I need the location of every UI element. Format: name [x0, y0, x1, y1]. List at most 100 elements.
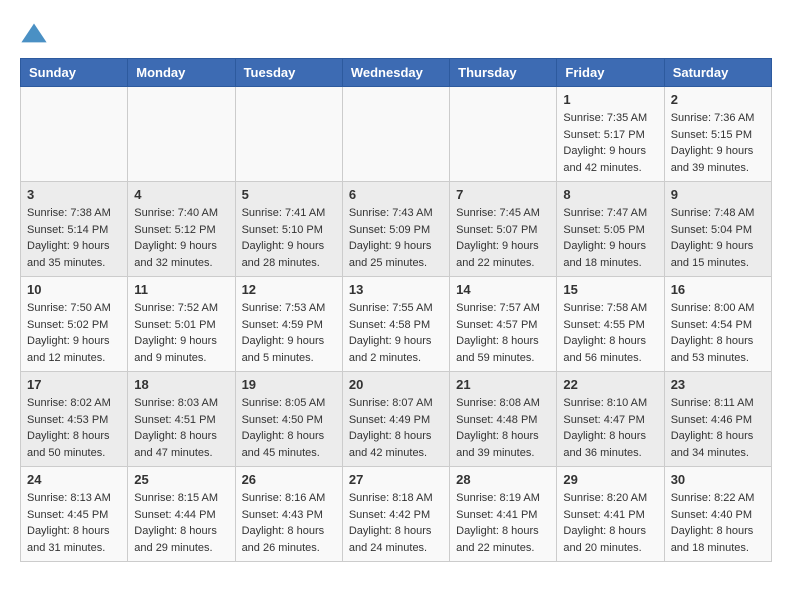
day-number: 10: [27, 282, 121, 297]
week-row-3: 10 Sunrise: 7:50 AMSunset: 5:02 PMDayligh…: [21, 277, 772, 372]
page-header: [20, 20, 772, 48]
calendar-table: SundayMondayTuesdayWednesdayThursdayFrid…: [20, 58, 772, 562]
day-cell: 30 Sunrise: 8:22 AMSunset: 4:40 PMDayligh…: [664, 467, 771, 562]
day-number: 27: [349, 472, 443, 487]
day-info: Sunrise: 8:13 AMSunset: 4:45 PMDaylight:…: [27, 490, 121, 556]
day-info: Sunrise: 8:00 AMSunset: 4:54 PMDaylight:…: [671, 300, 765, 366]
day-cell: 27 Sunrise: 8:18 AMSunset: 4:42 PMDayligh…: [342, 467, 449, 562]
day-cell: 20Sunrise: 8:07 AMSunset: 4:49 PMDayligh…: [342, 372, 449, 467]
day-cell: 9 Sunrise: 7:48 AMSunset: 5:04 PMDaylight…: [664, 182, 771, 277]
day-info: Sunrise: 7:35 AMSunset: 5:17 PMDaylight:…: [563, 110, 657, 176]
day-cell: 7 Sunrise: 7:45 AMSunset: 5:07 PMDaylight…: [450, 182, 557, 277]
day-number: 6: [349, 187, 443, 202]
day-info: Sunrise: 8:11 AMSunset: 4:46 PMDaylight:…: [671, 395, 765, 461]
day-info: Sunrise: 7:38 AMSunset: 5:14 PMDaylight:…: [27, 205, 121, 271]
day-cell: 29Sunrise: 8:20 AMSunset: 4:41 PMDayligh…: [557, 467, 664, 562]
week-row-2: 3 Sunrise: 7:38 AMSunset: 5:14 PMDaylight…: [21, 182, 772, 277]
day-number: 3: [27, 187, 121, 202]
day-info: Sunrise: 7:53 AMSunset: 4:59 PMDaylight:…: [242, 300, 336, 366]
day-cell: 24 Sunrise: 8:13 AMSunset: 4:45 PMDayligh…: [21, 467, 128, 562]
day-info: Sunrise: 7:57 AMSunset: 4:57 PMDaylight:…: [456, 300, 550, 366]
week-row-4: 17 Sunrise: 8:02 AMSunset: 4:53 PMDayligh…: [21, 372, 772, 467]
day-info: Sunrise: 7:48 AMSunset: 5:04 PMDaylight:…: [671, 205, 765, 271]
day-number: 7: [456, 187, 550, 202]
logo: [20, 20, 52, 48]
day-number: 17: [27, 377, 121, 392]
day-number: 21: [456, 377, 550, 392]
day-info: Sunrise: 7:40 AMSunset: 5:12 PMDaylight:…: [134, 205, 228, 271]
day-info: Sunrise: 7:36 AMSunset: 5:15 PMDaylight:…: [671, 110, 765, 176]
day-cell: 16 Sunrise: 8:00 AMSunset: 4:54 PMDayligh…: [664, 277, 771, 372]
day-number: 14: [456, 282, 550, 297]
day-number: 29: [563, 472, 657, 487]
day-number: 28: [456, 472, 550, 487]
day-info: Sunrise: 8:02 AMSunset: 4:53 PMDaylight:…: [27, 395, 121, 461]
day-info: Sunrise: 8:03 AMSunset: 4:51 PMDaylight:…: [134, 395, 228, 461]
day-cell: 3 Sunrise: 7:38 AMSunset: 5:14 PMDaylight…: [21, 182, 128, 277]
day-cell: [128, 87, 235, 182]
day-info: Sunrise: 8:22 AMSunset: 4:40 PMDaylight:…: [671, 490, 765, 556]
day-cell: 6 Sunrise: 7:43 AMSunset: 5:09 PMDaylight…: [342, 182, 449, 277]
day-cell: 15 Sunrise: 7:58 AMSunset: 4:55 PMDayligh…: [557, 277, 664, 372]
day-cell: 28 Sunrise: 8:19 AMSunset: 4:41 PMDayligh…: [450, 467, 557, 562]
day-number: 13: [349, 282, 443, 297]
day-info: Sunrise: 7:58 AMSunset: 4:55 PMDaylight:…: [563, 300, 657, 366]
day-info: Sunrise: 8:15 AMSunset: 4:44 PMDaylight:…: [134, 490, 228, 556]
day-info: Sunrise: 8:08 AMSunset: 4:48 PMDaylight:…: [456, 395, 550, 461]
header-cell-monday: Monday: [128, 59, 235, 87]
day-number: 9: [671, 187, 765, 202]
day-cell: 22Sunrise: 8:10 AMSunset: 4:47 PMDayligh…: [557, 372, 664, 467]
day-info: Sunrise: 7:41 AMSunset: 5:10 PMDaylight:…: [242, 205, 336, 271]
day-number: 5: [242, 187, 336, 202]
day-number: 18: [134, 377, 228, 392]
day-number: 30: [671, 472, 765, 487]
day-info: Sunrise: 7:45 AMSunset: 5:07 PMDaylight:…: [456, 205, 550, 271]
day-info: Sunrise: 8:18 AMSunset: 4:42 PMDaylight:…: [349, 490, 443, 556]
day-number: 1: [563, 92, 657, 107]
day-cell: [21, 87, 128, 182]
day-number: 25: [134, 472, 228, 487]
day-cell: 2Sunrise: 7:36 AMSunset: 5:15 PMDaylight…: [664, 87, 771, 182]
day-number: 24: [27, 472, 121, 487]
day-cell: [450, 87, 557, 182]
day-cell: 11Sunrise: 7:52 AMSunset: 5:01 PMDayligh…: [128, 277, 235, 372]
day-cell: 23 Sunrise: 8:11 AMSunset: 4:46 PMDayligh…: [664, 372, 771, 467]
header-row: SundayMondayTuesdayWednesdayThursdayFrid…: [21, 59, 772, 87]
day-info: Sunrise: 7:55 AMSunset: 4:58 PMDaylight:…: [349, 300, 443, 366]
day-cell: 4 Sunrise: 7:40 AMSunset: 5:12 PMDaylight…: [128, 182, 235, 277]
day-cell: 10 Sunrise: 7:50 AMSunset: 5:02 PMDayligh…: [21, 277, 128, 372]
day-number: 15: [563, 282, 657, 297]
week-row-1: 1 Sunrise: 7:35 AMSunset: 5:17 PMDaylight…: [21, 87, 772, 182]
day-info: Sunrise: 8:19 AMSunset: 4:41 PMDaylight:…: [456, 490, 550, 556]
day-info: Sunrise: 7:50 AMSunset: 5:02 PMDaylight:…: [27, 300, 121, 366]
day-cell: 1 Sunrise: 7:35 AMSunset: 5:17 PMDaylight…: [557, 87, 664, 182]
day-number: 11: [134, 282, 228, 297]
day-cell: 14 Sunrise: 7:57 AMSunset: 4:57 PMDayligh…: [450, 277, 557, 372]
day-cell: 5 Sunrise: 7:41 AMSunset: 5:10 PMDaylight…: [235, 182, 342, 277]
day-number: 23: [671, 377, 765, 392]
day-cell: 21 Sunrise: 8:08 AMSunset: 4:48 PMDayligh…: [450, 372, 557, 467]
header-cell-thursday: Thursday: [450, 59, 557, 87]
day-number: 26: [242, 472, 336, 487]
header-cell-wednesday: Wednesday: [342, 59, 449, 87]
day-cell: 26 Sunrise: 8:16 AMSunset: 4:43 PMDayligh…: [235, 467, 342, 562]
header-cell-saturday: Saturday: [664, 59, 771, 87]
day-cell: 17 Sunrise: 8:02 AMSunset: 4:53 PMDayligh…: [21, 372, 128, 467]
day-info: Sunrise: 8:10 AMSunset: 4:47 PMDaylight:…: [563, 395, 657, 461]
day-info: Sunrise: 8:16 AMSunset: 4:43 PMDaylight:…: [242, 490, 336, 556]
day-info: Sunrise: 7:43 AMSunset: 5:09 PMDaylight:…: [349, 205, 443, 271]
header-cell-friday: Friday: [557, 59, 664, 87]
day-number: 4: [134, 187, 228, 202]
day-number: 8: [563, 187, 657, 202]
day-cell: 12Sunrise: 7:53 AMSunset: 4:59 PMDayligh…: [235, 277, 342, 372]
day-cell: [342, 87, 449, 182]
day-cell: 18 Sunrise: 8:03 AMSunset: 4:51 PMDayligh…: [128, 372, 235, 467]
logo-icon: [20, 20, 48, 48]
day-info: Sunrise: 7:47 AMSunset: 5:05 PMDaylight:…: [563, 205, 657, 271]
day-cell: 8 Sunrise: 7:47 AMSunset: 5:05 PMDaylight…: [557, 182, 664, 277]
day-cell: [235, 87, 342, 182]
day-number: 19: [242, 377, 336, 392]
day-number: 16: [671, 282, 765, 297]
day-cell: 19Sunrise: 8:05 AMSunset: 4:50 PMDayligh…: [235, 372, 342, 467]
day-cell: 25 Sunrise: 8:15 AMSunset: 4:44 PMDayligh…: [128, 467, 235, 562]
